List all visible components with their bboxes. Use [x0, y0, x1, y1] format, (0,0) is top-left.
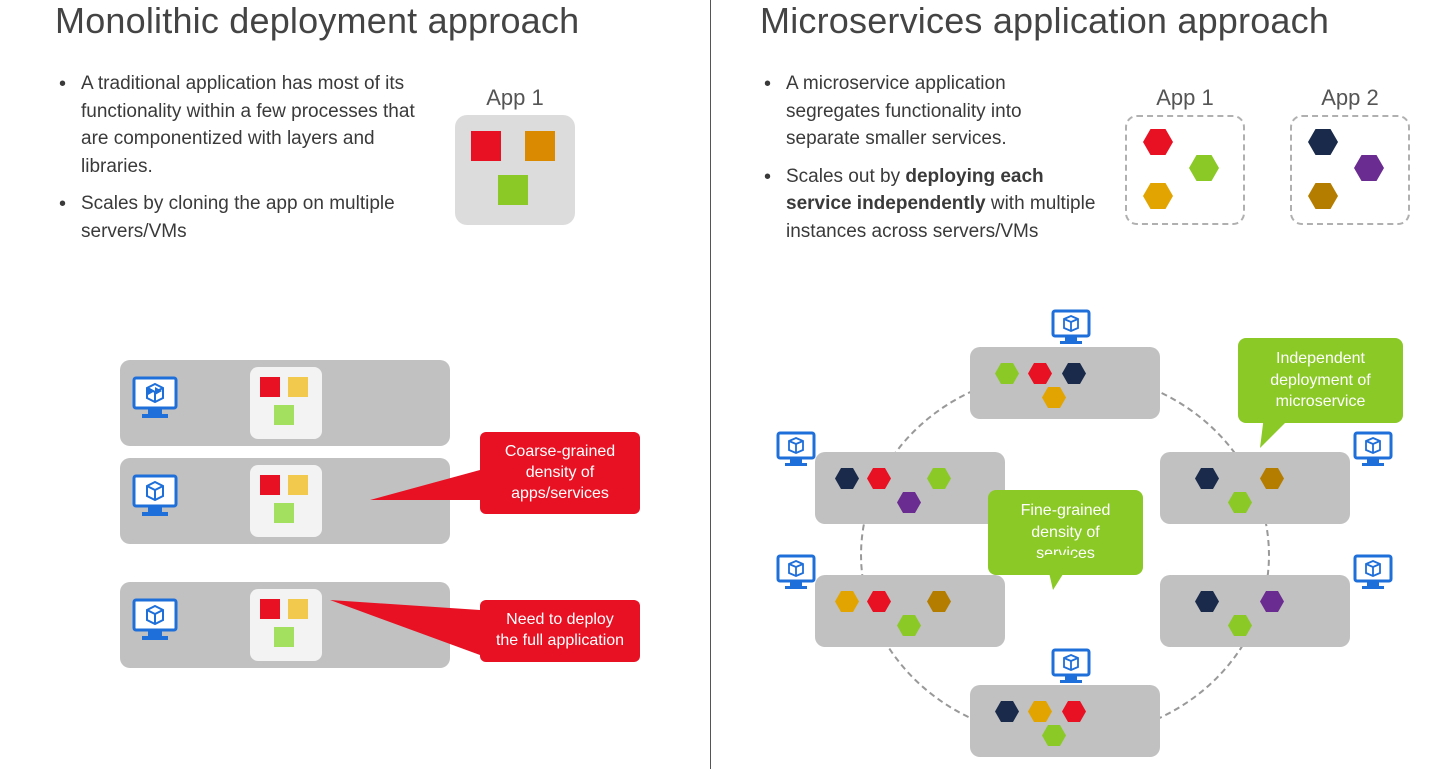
right-bullet-2: Scales out by deploying each service ind… [786, 163, 1100, 246]
monitor-icon [775, 430, 817, 472]
app1-group-left: App 1 [455, 85, 575, 225]
callout-tail-icon [370, 460, 490, 510]
ms-server-right-lower [1160, 575, 1350, 647]
monitor-icon [130, 472, 180, 522]
monitor-icon [1050, 647, 1092, 689]
monitor-icon [1050, 308, 1092, 350]
ms-server-left-upper [815, 452, 1005, 524]
app2-label-right: App 2 [1290, 85, 1410, 111]
app2-group-right: App 2 [1290, 85, 1410, 225]
hexagon-icon [1143, 129, 1173, 155]
app1-group-right: App 1 [1125, 85, 1245, 225]
right-bullets: A microservice application segregates fu… [760, 70, 1100, 245]
callout-tail-icon [330, 600, 490, 670]
callout-tail-icon [1255, 408, 1310, 453]
mini-app [250, 465, 322, 537]
callout-text: Coarse-grained density of apps/services [505, 443, 615, 502]
hexagon-icon [1308, 129, 1338, 155]
app1-label-left: App 1 [455, 85, 575, 111]
vertical-divider [710, 0, 711, 769]
square-icon [471, 131, 501, 161]
square-icon [525, 131, 555, 161]
left-bullets: A traditional application has most of it… [55, 70, 415, 255]
right-title: Microservices application approach [760, 0, 1420, 42]
callout-text: Need to deploy the full application [496, 611, 624, 649]
app1-label-right: App 1 [1125, 85, 1245, 111]
ms-server-top [970, 347, 1160, 419]
left-column: Monolithic deployment approach A traditi… [55, 0, 675, 255]
callout-coarse-grained: Coarse-grained density of apps/services [480, 432, 640, 514]
hexagon-icon [1308, 183, 1338, 209]
hexagon-icon [1354, 155, 1384, 181]
monitor-icon [775, 553, 817, 595]
ms-server-bottom [970, 685, 1160, 757]
callout-text: Fine-grained density of services [1021, 502, 1111, 562]
monitor-icon [1352, 430, 1394, 472]
left-bullet-1: A traditional application has most of it… [81, 70, 415, 180]
square-icon [498, 175, 528, 205]
callout-text: Independent deployment of microservice [1270, 350, 1371, 410]
ms-server-left-lower [815, 575, 1005, 647]
monitor-icon [130, 374, 180, 424]
monitor-icon [130, 596, 180, 646]
ms-server-right-upper [1160, 452, 1350, 524]
monitor-icon [1352, 553, 1394, 595]
mini-app [250, 589, 322, 661]
callout-full-deploy: Need to deploy the full application [480, 600, 640, 662]
hexagon-icon [1143, 183, 1173, 209]
left-bullet-2: Scales by cloning the app on multiple se… [81, 190, 415, 245]
mini-app [250, 367, 322, 439]
left-title: Monolithic deployment approach [55, 0, 675, 42]
callout-tail-icon [1035, 555, 1085, 595]
hexagon-icon [1189, 155, 1219, 181]
right-bullet-1: A microservice application segregates fu… [786, 70, 1100, 153]
